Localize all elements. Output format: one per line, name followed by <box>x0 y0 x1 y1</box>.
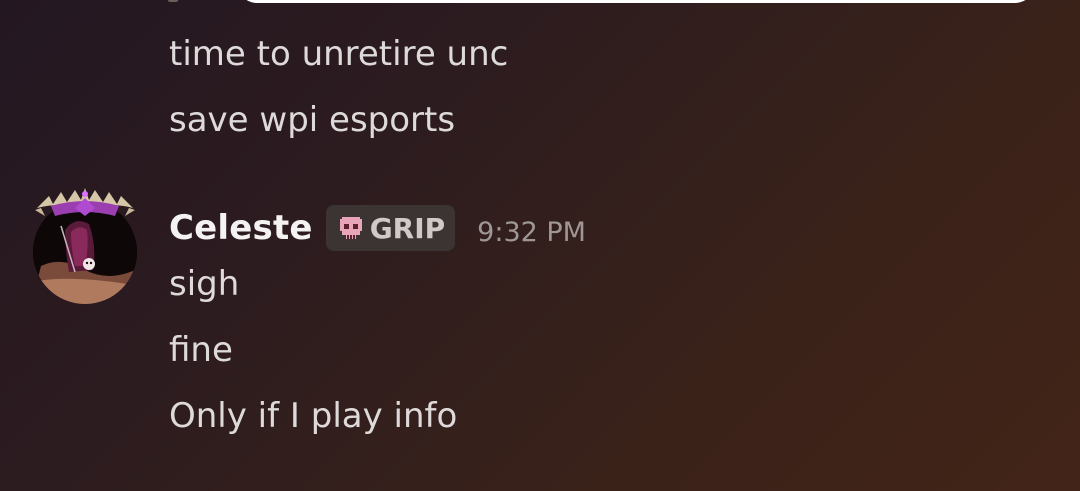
input-edge-mark <box>168 0 178 2</box>
message-header: Celeste GRIP 9:32 PM <box>169 203 586 253</box>
chat-message: Only if I play info <box>169 396 458 436</box>
guild-tag[interactable]: GRIP <box>325 205 456 251</box>
avatar[interactable] <box>31 186 139 304</box>
timestamp[interactable]: 9:32 PM <box>477 217 586 248</box>
text-input-bar[interactable] <box>236 0 1036 3</box>
chat-message: fine <box>169 330 233 370</box>
avatar-image <box>33 188 137 304</box>
guild-tag-label: GRIP <box>369 211 446 245</box>
skull-icon <box>339 217 362 239</box>
chat-message: sigh <box>169 264 240 304</box>
chat-message: save wpi esports <box>169 100 456 140</box>
chat-message: time to unretire unc <box>169 34 509 74</box>
crown-decoration <box>35 188 135 216</box>
username[interactable]: Celeste <box>169 208 313 248</box>
